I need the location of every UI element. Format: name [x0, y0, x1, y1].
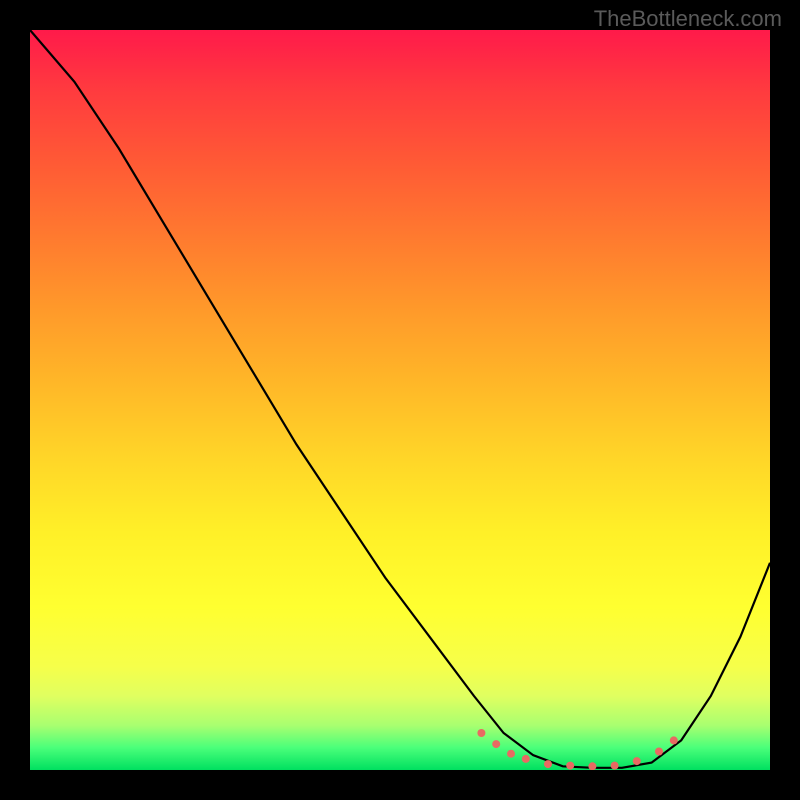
marker-dot	[544, 760, 552, 768]
marker-dot	[566, 762, 574, 770]
chart-svg	[30, 30, 770, 770]
marker-dot	[507, 750, 515, 758]
marker-dot	[655, 748, 663, 756]
marker-dot	[522, 755, 530, 763]
marker-dot	[611, 762, 619, 770]
marker-dot	[477, 729, 485, 737]
plot-area	[30, 30, 770, 770]
curve-line	[30, 30, 770, 768]
watermark-text: TheBottleneck.com	[594, 6, 782, 32]
marker-dot	[588, 762, 596, 770]
marker-dot	[633, 757, 641, 765]
marker-dot	[670, 736, 678, 744]
marker-dot	[492, 740, 500, 748]
